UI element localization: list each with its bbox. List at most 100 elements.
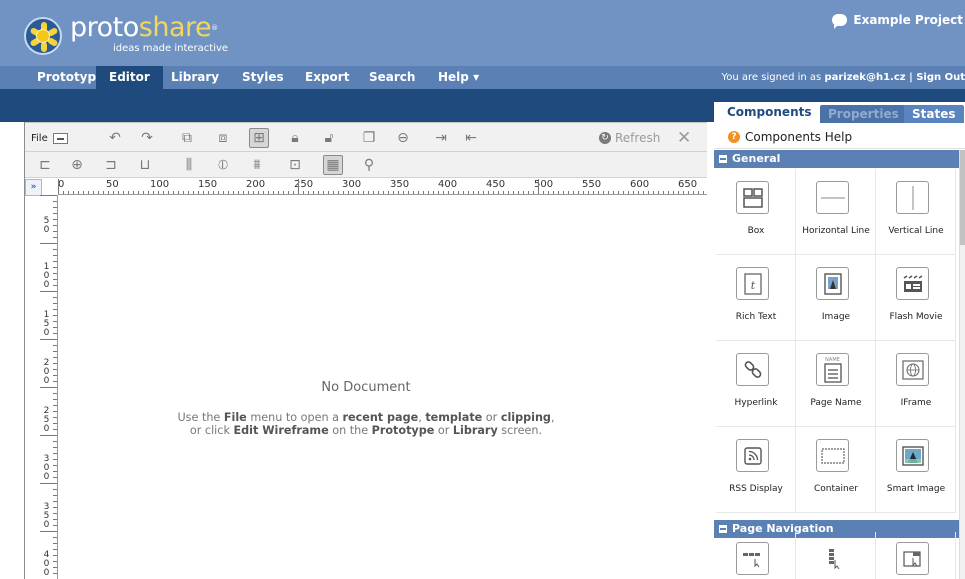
ruler-tick [53, 375, 57, 376]
ruler-tick [53, 465, 57, 466]
ruler-tick [163, 191, 164, 194]
align-toolbar: ⊏ ⊕ ⊐ ⊔ ⫼ ⦶ ⩩ ⊡ ▦ ⚲ [25, 152, 707, 178]
component-flash-movie[interactable]: Flash Movie [876, 255, 956, 341]
panel-scrollbar[interactable] [959, 150, 965, 579]
align-left-icon[interactable]: ⊏ [35, 155, 55, 175]
component-dropdown-nav[interactable] [876, 532, 956, 579]
ruler-tick [328, 191, 329, 194]
ruler-tick [53, 351, 57, 352]
component-rss-display[interactable]: RSS Display [716, 427, 796, 513]
ruler-tick [108, 191, 109, 194]
tab-components[interactable]: Components [716, 102, 823, 123]
component-nav-bar[interactable] [716, 532, 796, 579]
nav-tab-help[interactable]: Help ▾ [425, 66, 492, 89]
ruler-tick [278, 191, 279, 194]
delete-icon[interactable]: ⊖ [393, 128, 413, 148]
ruler-label: 350 [43, 502, 50, 530]
ruler-label: 150 [43, 310, 50, 338]
ruler-label: 300 [342, 179, 362, 190]
ruler-tick [53, 207, 57, 208]
ruler-tick [103, 191, 104, 194]
align-bottom-icon[interactable]: ⊔ [135, 155, 155, 175]
lock-icon[interactable]: 🔒︎ [285, 128, 305, 148]
ruler-label: 100 [150, 179, 170, 190]
ruler-tick [283, 191, 284, 194]
chat-bubble-icon [832, 14, 848, 29]
import-icon[interactable]: ⇤ [461, 128, 481, 148]
component-horizontal-line[interactable]: Horizontal Line [796, 169, 876, 255]
ruler-tick [193, 191, 194, 194]
components-help-link[interactable]: ? Components Help [714, 125, 965, 149]
align-right-icon[interactable]: ⊐ [101, 155, 121, 175]
ruler-tick [53, 285, 57, 286]
component-hyperlink[interactable]: Hyperlink [716, 341, 796, 427]
nav-tab-editor[interactable]: Editor [96, 66, 163, 89]
ruler-tick [263, 191, 264, 194]
sign-out-link[interactable]: | Sign Out [906, 72, 965, 83]
component-iframe[interactable]: IFrame [876, 341, 956, 427]
ruler-tick [703, 191, 704, 194]
ruler-tick [518, 191, 519, 194]
nav-tab-search[interactable]: Search [356, 66, 428, 89]
component-image[interactable]: Image [796, 255, 876, 341]
component-container[interactable]: Container [796, 427, 876, 513]
ruler-label: 50 [43, 216, 50, 235]
ruler-tick [398, 191, 399, 194]
ruler-tick [593, 191, 594, 194]
send-backward-icon[interactable]: ⧈ [213, 128, 233, 148]
ruler-tick [503, 191, 504, 194]
component-grid: Box Horizontal Line Vertical Line t Rich… [714, 169, 959, 513]
ruler-tick [383, 191, 384, 194]
duplicate-icon[interactable]: ❐ [359, 128, 379, 148]
ruler-tick [413, 191, 414, 194]
ruler-tick [53, 303, 57, 304]
expand-sidebar-button[interactable]: » [25, 179, 42, 196]
ruler-label: 400 [438, 179, 458, 190]
distribute-center-icon[interactable]: ⦶ [213, 155, 233, 175]
ruler-tick [133, 191, 134, 194]
same-size-icon[interactable]: ⊡ [285, 155, 305, 175]
grid-icon[interactable]: ▦ [323, 155, 343, 175]
component-box[interactable]: Box [716, 169, 796, 255]
group-icon[interactable]: ⊞ [249, 128, 269, 148]
ruler-tick [673, 191, 674, 194]
bring-forward-icon[interactable]: ⧉ [177, 128, 197, 148]
component-vertical-nav[interactable] [796, 532, 876, 579]
ruler-tick [363, 191, 364, 194]
align-center-icon[interactable]: ⊕ [67, 155, 87, 175]
ruler-tick [588, 191, 589, 194]
scrollbar-thumb[interactable] [960, 150, 965, 245]
redo-icon[interactable]: ↷ [137, 128, 157, 148]
close-button[interactable]: ✕ [677, 128, 691, 148]
ruler-tick [343, 191, 344, 194]
distribute-vertical-icon[interactable]: ⩩ [247, 155, 267, 175]
distribute-horizontal-icon[interactable]: ⫼ [179, 155, 199, 175]
section-general[interactable]: General [714, 150, 959, 168]
unlock-icon[interactable]: 🔓︎ [319, 128, 339, 148]
nav-tab-library[interactable]: Library [158, 66, 232, 89]
ruler-tick [53, 471, 57, 472]
nav-tab-export[interactable]: Export [292, 66, 362, 89]
refresh-button[interactable]: ↻ Refresh [599, 129, 660, 147]
nav-tab-styles[interactable]: Styles [229, 66, 297, 89]
undo-icon[interactable]: ↶ [105, 128, 125, 148]
ruler-tick [148, 191, 149, 194]
ruler-tick [443, 191, 444, 194]
file-menu[interactable]: File [31, 130, 68, 147]
component-vertical-line[interactable]: Vertical Line [876, 169, 956, 255]
component-page-name[interactable]: NAME Page Name [796, 341, 876, 427]
export-icon[interactable]: ⇥ [431, 128, 451, 148]
component-rich-text[interactable]: t Rich Text [716, 255, 796, 341]
tab-states[interactable]: States [904, 105, 964, 123]
ruler-tick [53, 273, 57, 274]
component-smart-image[interactable]: Smart Image [876, 427, 956, 513]
protoshare-logo-icon [24, 17, 62, 55]
ruler-tick [353, 191, 354, 194]
iframe-icon [896, 353, 929, 386]
snap-icon[interactable]: ⚲ [359, 155, 379, 175]
tab-properties[interactable]: Properties [820, 105, 907, 123]
ruler-tick [668, 191, 669, 194]
ruler-label: 450 [486, 179, 506, 190]
project-selector[interactable]: Example Project [832, 10, 965, 30]
ruler-tick [268, 191, 269, 194]
